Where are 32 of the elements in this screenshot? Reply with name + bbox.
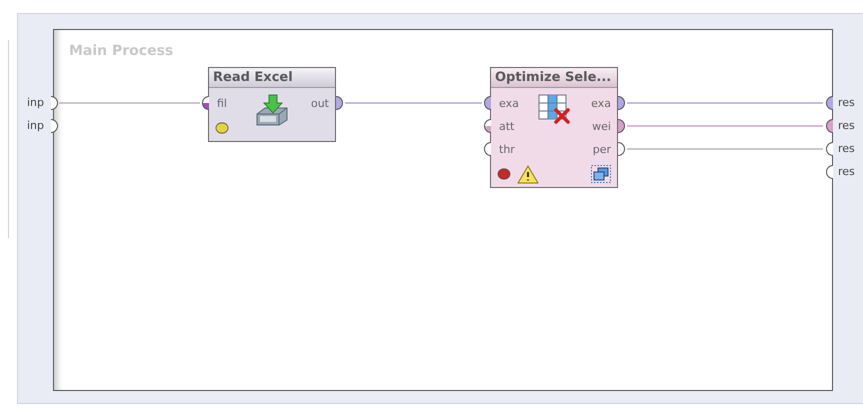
process-output-port[interactable] — [824, 142, 833, 156]
process-input-port[interactable] — [51, 119, 60, 133]
port-label: att — [498, 119, 516, 135]
output-port[interactable] — [336, 96, 345, 110]
port-label: wei — [592, 119, 612, 135]
subprocess-icon[interactable] — [591, 165, 611, 183]
output-port[interactable] — [618, 142, 627, 156]
port-label: fil — [216, 96, 228, 112]
input-port[interactable] — [200, 96, 209, 110]
process-input-port[interactable] — [51, 96, 60, 110]
port-label: inp — [27, 96, 44, 110]
operator-title: Optimize Sele... — [491, 68, 617, 88]
table-delete-icon — [538, 94, 570, 124]
input-port[interactable] — [482, 142, 491, 156]
port-label: res — [838, 165, 855, 179]
output-port[interactable] — [618, 119, 627, 133]
port-label: out — [310, 96, 330, 112]
port-label: inp — [27, 119, 44, 133]
input-port[interactable] — [482, 119, 491, 133]
port-label: res — [838, 119, 855, 133]
import-icon — [255, 94, 289, 126]
port-label: res — [838, 96, 855, 110]
operator-card[interactable]: Read Excel fil out — [208, 67, 336, 142]
port-label: exa — [498, 96, 520, 112]
operator-card[interactable]: Optimize Sele... exa att thr exa wei per — [490, 67, 618, 188]
port-label: exa — [591, 96, 612, 112]
port-label: thr — [498, 142, 516, 158]
output-port[interactable] — [618, 96, 627, 110]
operator-title: Read Excel — [209, 68, 335, 88]
port-label: res — [838, 142, 855, 156]
process-output-port[interactable] — [824, 165, 833, 179]
port-label: per — [592, 142, 612, 158]
